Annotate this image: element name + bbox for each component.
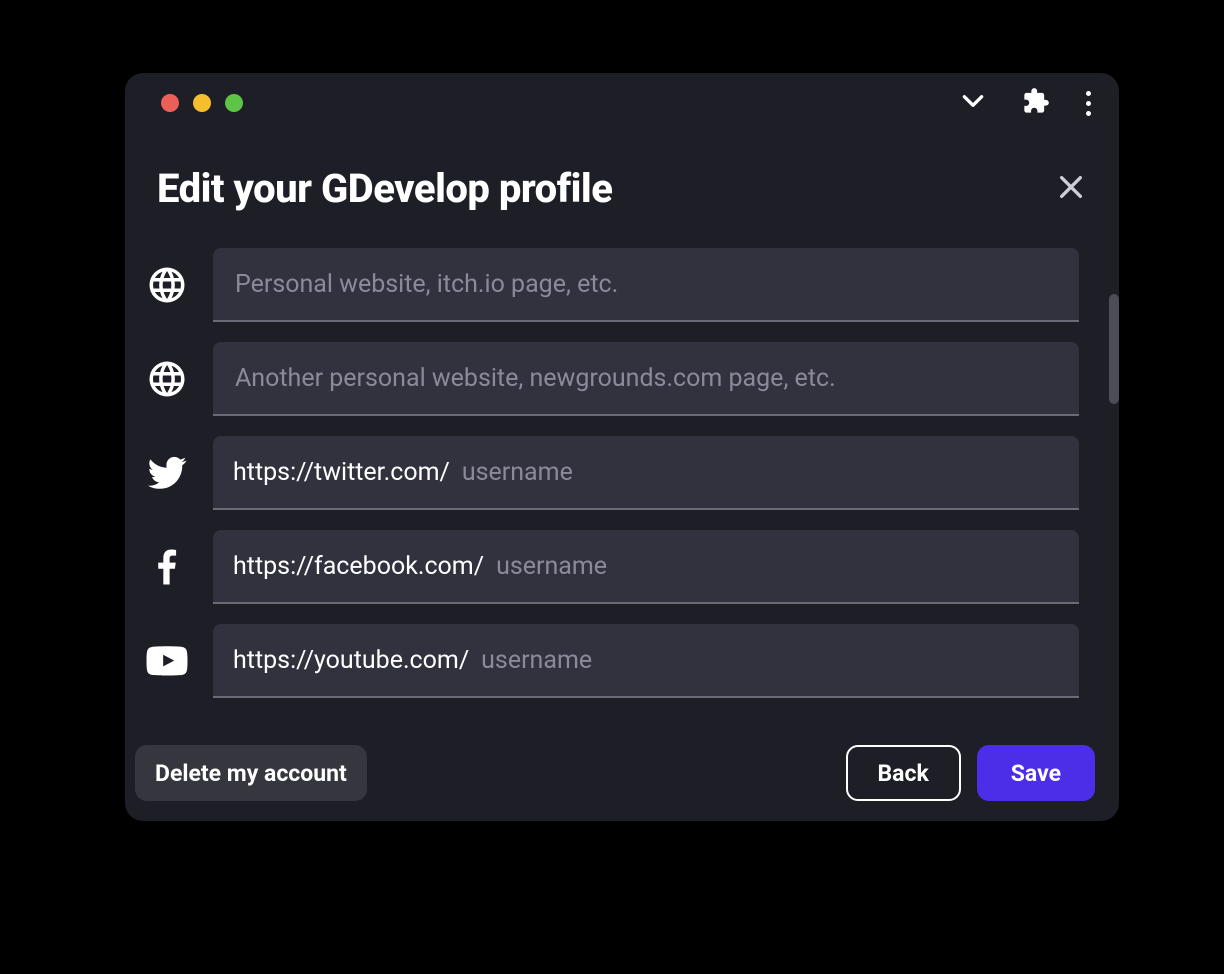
back-button[interactable]: Back <box>846 745 961 801</box>
twitter-icon <box>145 451 189 495</box>
form-area: https://twitter.com/ https://facebook.co… <box>125 220 1119 725</box>
globe-icon <box>145 357 189 401</box>
twitter-input-wrap[interactable]: https://twitter.com/ <box>213 436 1079 510</box>
dialog-title: Edit your GDevelop profile <box>157 165 612 212</box>
twitter-prefix-label: https://twitter.com/ <box>233 458 450 487</box>
twitter-row: https://twitter.com/ <box>145 436 1079 510</box>
window-close-button[interactable] <box>161 94 179 112</box>
more-vertical-icon[interactable] <box>1086 91 1091 116</box>
extension-icon[interactable] <box>1022 87 1050 119</box>
save-button[interactable]: Save <box>977 745 1095 801</box>
titlebar-actions <box>960 87 1099 119</box>
youtube-input[interactable] <box>479 645 1059 676</box>
facebook-prefix-label: https://facebook.com/ <box>233 552 484 581</box>
website-row-2 <box>145 342 1079 416</box>
twitter-input[interactable] <box>460 457 1059 488</box>
facebook-row: https://facebook.com/ <box>145 530 1079 604</box>
youtube-prefix-label: https://youtube.com/ <box>233 646 469 675</box>
facebook-input[interactable] <box>494 551 1059 582</box>
youtube-row: https://youtube.com/ <box>145 624 1079 698</box>
delete-account-button[interactable]: Delete my account <box>135 745 367 801</box>
chevron-down-icon[interactable] <box>960 88 986 118</box>
window-zoom-button[interactable] <box>225 94 243 112</box>
scrollbar-thumb[interactable] <box>1109 294 1119 404</box>
dialog-window: Edit your GDevelop profile <box>125 73 1119 821</box>
globe-icon <box>145 263 189 307</box>
facebook-icon <box>145 545 189 589</box>
website-input-2-wrap[interactable] <box>213 342 1079 416</box>
website-input-2[interactable] <box>233 363 1059 394</box>
website-input-1[interactable] <box>233 269 1059 300</box>
window-controls <box>145 94 243 112</box>
window-minimize-button[interactable] <box>193 94 211 112</box>
youtube-input-wrap[interactable]: https://youtube.com/ <box>213 624 1079 698</box>
website-input-1-wrap[interactable] <box>213 248 1079 322</box>
facebook-input-wrap[interactable]: https://facebook.com/ <box>213 530 1079 604</box>
youtube-icon <box>145 639 189 683</box>
website-row-1 <box>145 248 1079 322</box>
window-titlebar <box>125 73 1119 133</box>
dialog-header: Edit your GDevelop profile <box>125 133 1119 220</box>
dialog-footer: Delete my account Back Save <box>125 725 1119 821</box>
close-button[interactable] <box>1055 171 1087 207</box>
